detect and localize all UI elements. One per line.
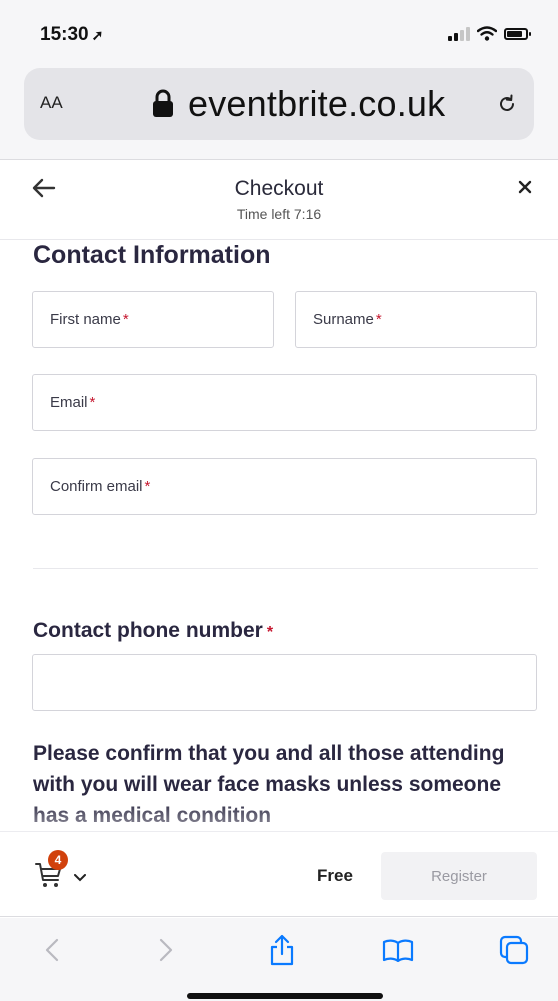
browser-top: AA eventbrite.co.uk (0, 62, 558, 160)
address-bar[interactable]: AA eventbrite.co.uk (24, 68, 534, 140)
chevron-down-icon (74, 874, 86, 882)
status-time: 15:30 ➚ (40, 24, 103, 46)
phone-heading: Contact phone number * (33, 619, 274, 642)
first-name-label: First name * (50, 311, 129, 328)
checkout-bar: 4 Free Register (0, 831, 558, 917)
text-size-button[interactable]: AA (40, 93, 63, 113)
confirm-email-field[interactable]: Confirm email * (32, 458, 537, 515)
url-text[interactable]: eventbrite.co.uk (188, 83, 445, 125)
clock: 15:30 (40, 24, 89, 45)
contact-info-heading: Contact Information (33, 241, 271, 269)
section-divider (33, 568, 538, 569)
home-indicator (187, 993, 383, 999)
browser-toolbar (0, 918, 558, 1001)
status-icons (448, 26, 531, 41)
checkout-header: Checkout Time left 7:16 (0, 160, 558, 240)
cellular-signal-icon (448, 26, 470, 41)
register-button[interactable]: Register (381, 852, 537, 900)
email-field[interactable]: Email * (32, 374, 537, 431)
surname-label: Surname * (313, 311, 382, 328)
surname-field[interactable]: Surname * (295, 291, 537, 348)
reload-icon[interactable] (496, 93, 518, 115)
email-label: Email * (50, 394, 96, 411)
order-price: Free (317, 866, 353, 885)
cart-count-badge: 4 (48, 850, 68, 870)
time-left-text: Time left 7:16 (236, 206, 322, 222)
lock-icon (153, 89, 173, 117)
scroll-fade (0, 800, 558, 832)
tabs-icon[interactable] (494, 932, 534, 968)
page-title: Checkout (234, 177, 324, 200)
forward-chevron-icon[interactable] (146, 932, 186, 968)
close-icon[interactable] (518, 180, 532, 194)
first-name-field[interactable]: First name * (32, 291, 274, 348)
back-chevron-icon[interactable] (32, 932, 72, 968)
confirm-email-label: Confirm email * (50, 478, 151, 495)
status-bar: 15:30 ➚ (0, 0, 558, 62)
share-icon[interactable] (262, 932, 302, 968)
battery-icon (504, 27, 531, 40)
location-icon: ➚ (91, 27, 104, 43)
wifi-icon (477, 26, 497, 41)
cart-button[interactable]: 4 (34, 850, 90, 892)
phone-input[interactable] (32, 654, 537, 711)
bookmarks-icon[interactable] (378, 932, 418, 968)
